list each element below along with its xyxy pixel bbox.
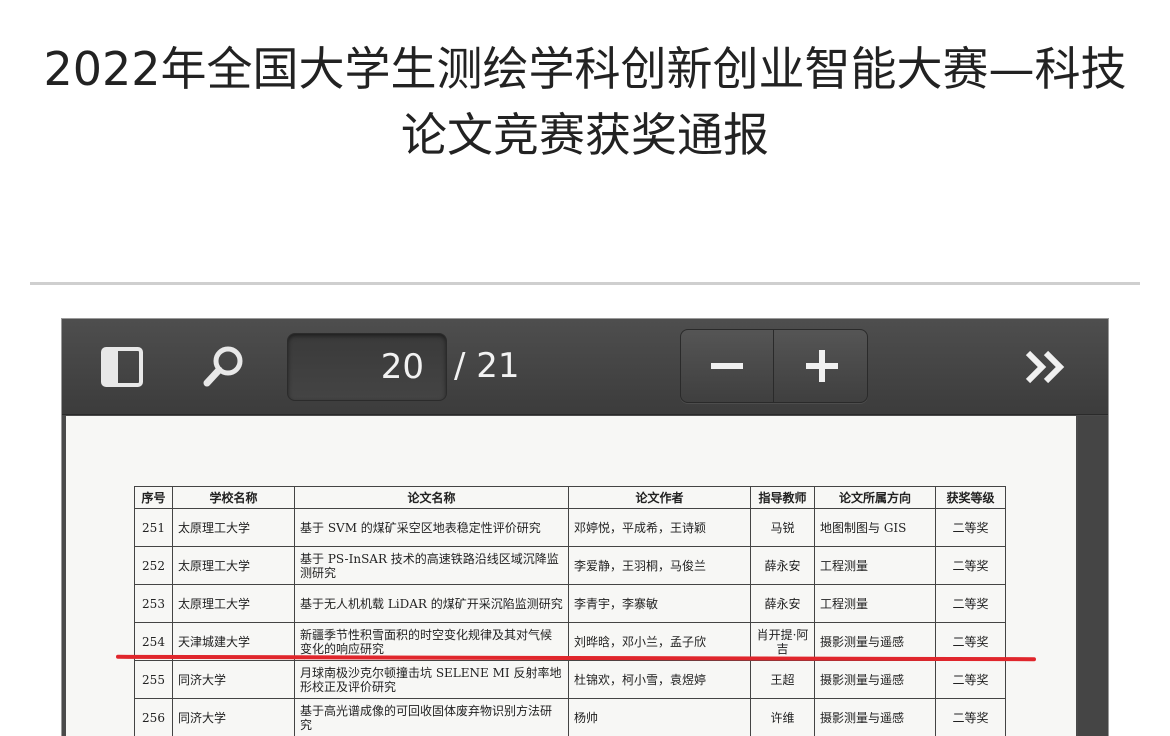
award-table: 序号 学校名称 论文名称 论文作者 指导教师 论文所属方向 获奖等级 251 太… bbox=[134, 486, 1006, 736]
table-header-row: 序号 学校名称 论文名称 论文作者 指导教师 论文所属方向 获奖等级 bbox=[134, 486, 1006, 509]
cell-advisor: 王超 bbox=[750, 660, 815, 699]
document-area[interactable]: 序号 学校名称 论文名称 论文作者 指导教师 论文所属方向 获奖等级 251 太… bbox=[62, 416, 1108, 736]
cell-index: 256 bbox=[134, 698, 173, 736]
cell-direction: 摄影测量与遥感 bbox=[814, 622, 936, 661]
header-authors: 论文作者 bbox=[568, 486, 751, 509]
cell-paper-title: 基于 PS-InSAR 技术的高速铁路沿线区域沉降监测研究 bbox=[294, 546, 569, 585]
cell-school: 太原理工大学 bbox=[172, 508, 295, 547]
page-total: / 21 bbox=[454, 346, 520, 386]
header-direction: 论文所属方向 bbox=[814, 486, 936, 509]
search-button[interactable] bbox=[202, 343, 248, 389]
search-icon bbox=[203, 346, 243, 387]
table-row: 256 同济大学 基于高光谱成像的可回收固体废弃物识别方法研究 杨帅 许维 摄影… bbox=[134, 698, 1006, 736]
page-number-input[interactable] bbox=[287, 333, 447, 401]
cell-index: 252 bbox=[134, 546, 173, 585]
cell-authors: 刘晔晗，邓小兰，孟子欣 bbox=[568, 622, 751, 661]
table-row: 253 太原理工大学 基于无人机机载 LiDAR 的煤矿开采沉陷监测研究 李青宇… bbox=[134, 584, 1006, 623]
divider bbox=[30, 282, 1140, 285]
sidebar-toggle-icon bbox=[101, 347, 143, 387]
cell-award: 二等奖 bbox=[935, 546, 1006, 585]
cell-advisor: 薛永安 bbox=[750, 546, 815, 585]
cell-paper-title: 基于 SVM 的煤矿采空区地表稳定性评价研究 bbox=[294, 508, 569, 547]
cell-authors: 杨帅 bbox=[568, 698, 751, 736]
minus-icon bbox=[711, 363, 743, 369]
cell-direction: 摄影测量与遥感 bbox=[814, 660, 936, 699]
cell-award: 二等奖 bbox=[935, 698, 1006, 736]
cell-award: 二等奖 bbox=[935, 584, 1006, 623]
table-row: 255 同济大学 月球南极沙克尔顿撞击坑 SELENE MI 反射率地形校正及评… bbox=[134, 660, 1006, 699]
cell-index: 251 bbox=[134, 508, 173, 547]
cell-award: 二等奖 bbox=[935, 508, 1006, 547]
cell-award: 二等奖 bbox=[935, 622, 1006, 661]
header-school: 学校名称 bbox=[172, 486, 295, 509]
sidebar-toggle-button[interactable] bbox=[100, 345, 144, 389]
cell-advisor: 马锐 bbox=[750, 508, 815, 547]
table-row: 252 太原理工大学 基于 PS-InSAR 技术的高速铁路沿线区域沉降监测研究… bbox=[134, 546, 1006, 585]
cell-paper-title: 基于高光谱成像的可回收固体废弃物识别方法研究 bbox=[294, 698, 569, 736]
cell-advisor: 许维 bbox=[750, 698, 815, 736]
cell-school: 同济大学 bbox=[172, 660, 295, 699]
pdf-viewer: / 21 bbox=[61, 318, 1109, 736]
cell-authors: 李爱静，王羽桐，马俊兰 bbox=[568, 546, 751, 585]
cell-school: 同济大学 bbox=[172, 698, 295, 736]
cell-authors: 杜锦欢，柯小雪，袁煜婷 bbox=[568, 660, 751, 699]
zoom-controls bbox=[680, 329, 868, 403]
cell-advisor: 薛永安 bbox=[750, 584, 815, 623]
zoom-out-button[interactable] bbox=[681, 330, 774, 402]
header-paper-title: 论文名称 bbox=[294, 486, 569, 509]
cell-award: 二等奖 bbox=[935, 660, 1006, 699]
cell-advisor: 肖开提·阿吉 bbox=[750, 622, 815, 661]
cell-paper-title: 月球南极沙克尔顿撞击坑 SELENE MI 反射率地形校正及评价研究 bbox=[294, 660, 569, 699]
page-title: 2022年全国大学生测绘学科创新创业智能大赛—科技论文竞赛获奖通报 bbox=[43, 42, 1127, 162]
cell-index: 255 bbox=[134, 660, 173, 699]
zoom-in-button[interactable] bbox=[775, 330, 867, 402]
cell-direction: 工程测量 bbox=[814, 546, 936, 585]
document-page: 序号 学校名称 论文名称 论文作者 指导教师 论文所属方向 获奖等级 251 太… bbox=[66, 416, 1076, 736]
scrollbar[interactable] bbox=[1078, 416, 1108, 736]
double-chevron-right-icon bbox=[1025, 350, 1065, 384]
cell-paper-title: 基于无人机机载 LiDAR 的煤矿开采沉陷监测研究 bbox=[294, 584, 569, 623]
cell-direction: 摄影测量与遥感 bbox=[814, 698, 936, 736]
header-advisor: 指导教师 bbox=[750, 486, 815, 509]
cell-authors: 邓婷悦，平成希，王诗颖 bbox=[568, 508, 751, 547]
cell-index: 253 bbox=[134, 584, 173, 623]
cell-school: 太原理工大学 bbox=[172, 584, 295, 623]
more-tools-button[interactable] bbox=[1024, 345, 1070, 389]
cell-school: 太原理工大学 bbox=[172, 546, 295, 585]
cell-authors: 李青宇，李寨敏 bbox=[568, 584, 751, 623]
cell-direction: 工程测量 bbox=[814, 584, 936, 623]
cell-direction: 地图制图与 GIS bbox=[814, 508, 936, 547]
header-index: 序号 bbox=[134, 486, 173, 509]
plus-icon bbox=[805, 350, 838, 382]
pdf-toolbar: / 21 bbox=[62, 319, 1108, 415]
header-award: 获奖等级 bbox=[935, 486, 1006, 509]
table-row: 251 太原理工大学 基于 SVM 的煤矿采空区地表稳定性评价研究 邓婷悦，平成… bbox=[134, 508, 1006, 547]
